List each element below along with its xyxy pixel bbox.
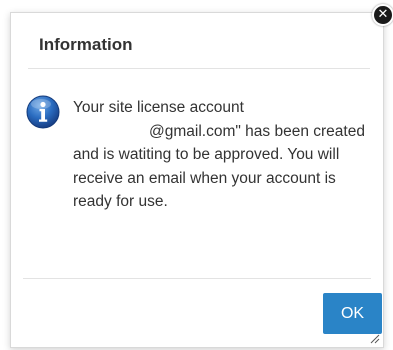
dialog-body: Your site license account @gmail.com" ha…: [11, 69, 383, 281]
message-line: and is watiting to be approved. You will: [73, 146, 340, 163]
dialog-header: Information: [11, 13, 383, 67]
message-line: receive an email when your account is: [73, 169, 336, 187]
dialog-message: Your site license account @gmail.com" ha…: [73, 96, 389, 214]
message-line: ready for use.: [73, 193, 168, 210]
message-line: Your site license account: [73, 99, 244, 116]
ok-button[interactable]: OK: [323, 293, 382, 334]
message-line: @gmail.com" has been created: [149, 122, 365, 140]
info-icon: [26, 95, 60, 129]
dialog-title: Information: [39, 35, 133, 54]
information-dialog: Information Your site license account @g…: [10, 12, 384, 348]
footer-divider: [23, 278, 371, 279]
resize-grip-icon[interactable]: [369, 333, 380, 344]
close-icon: ✕: [377, 7, 389, 22]
close-button[interactable]: ✕: [372, 4, 393, 26]
